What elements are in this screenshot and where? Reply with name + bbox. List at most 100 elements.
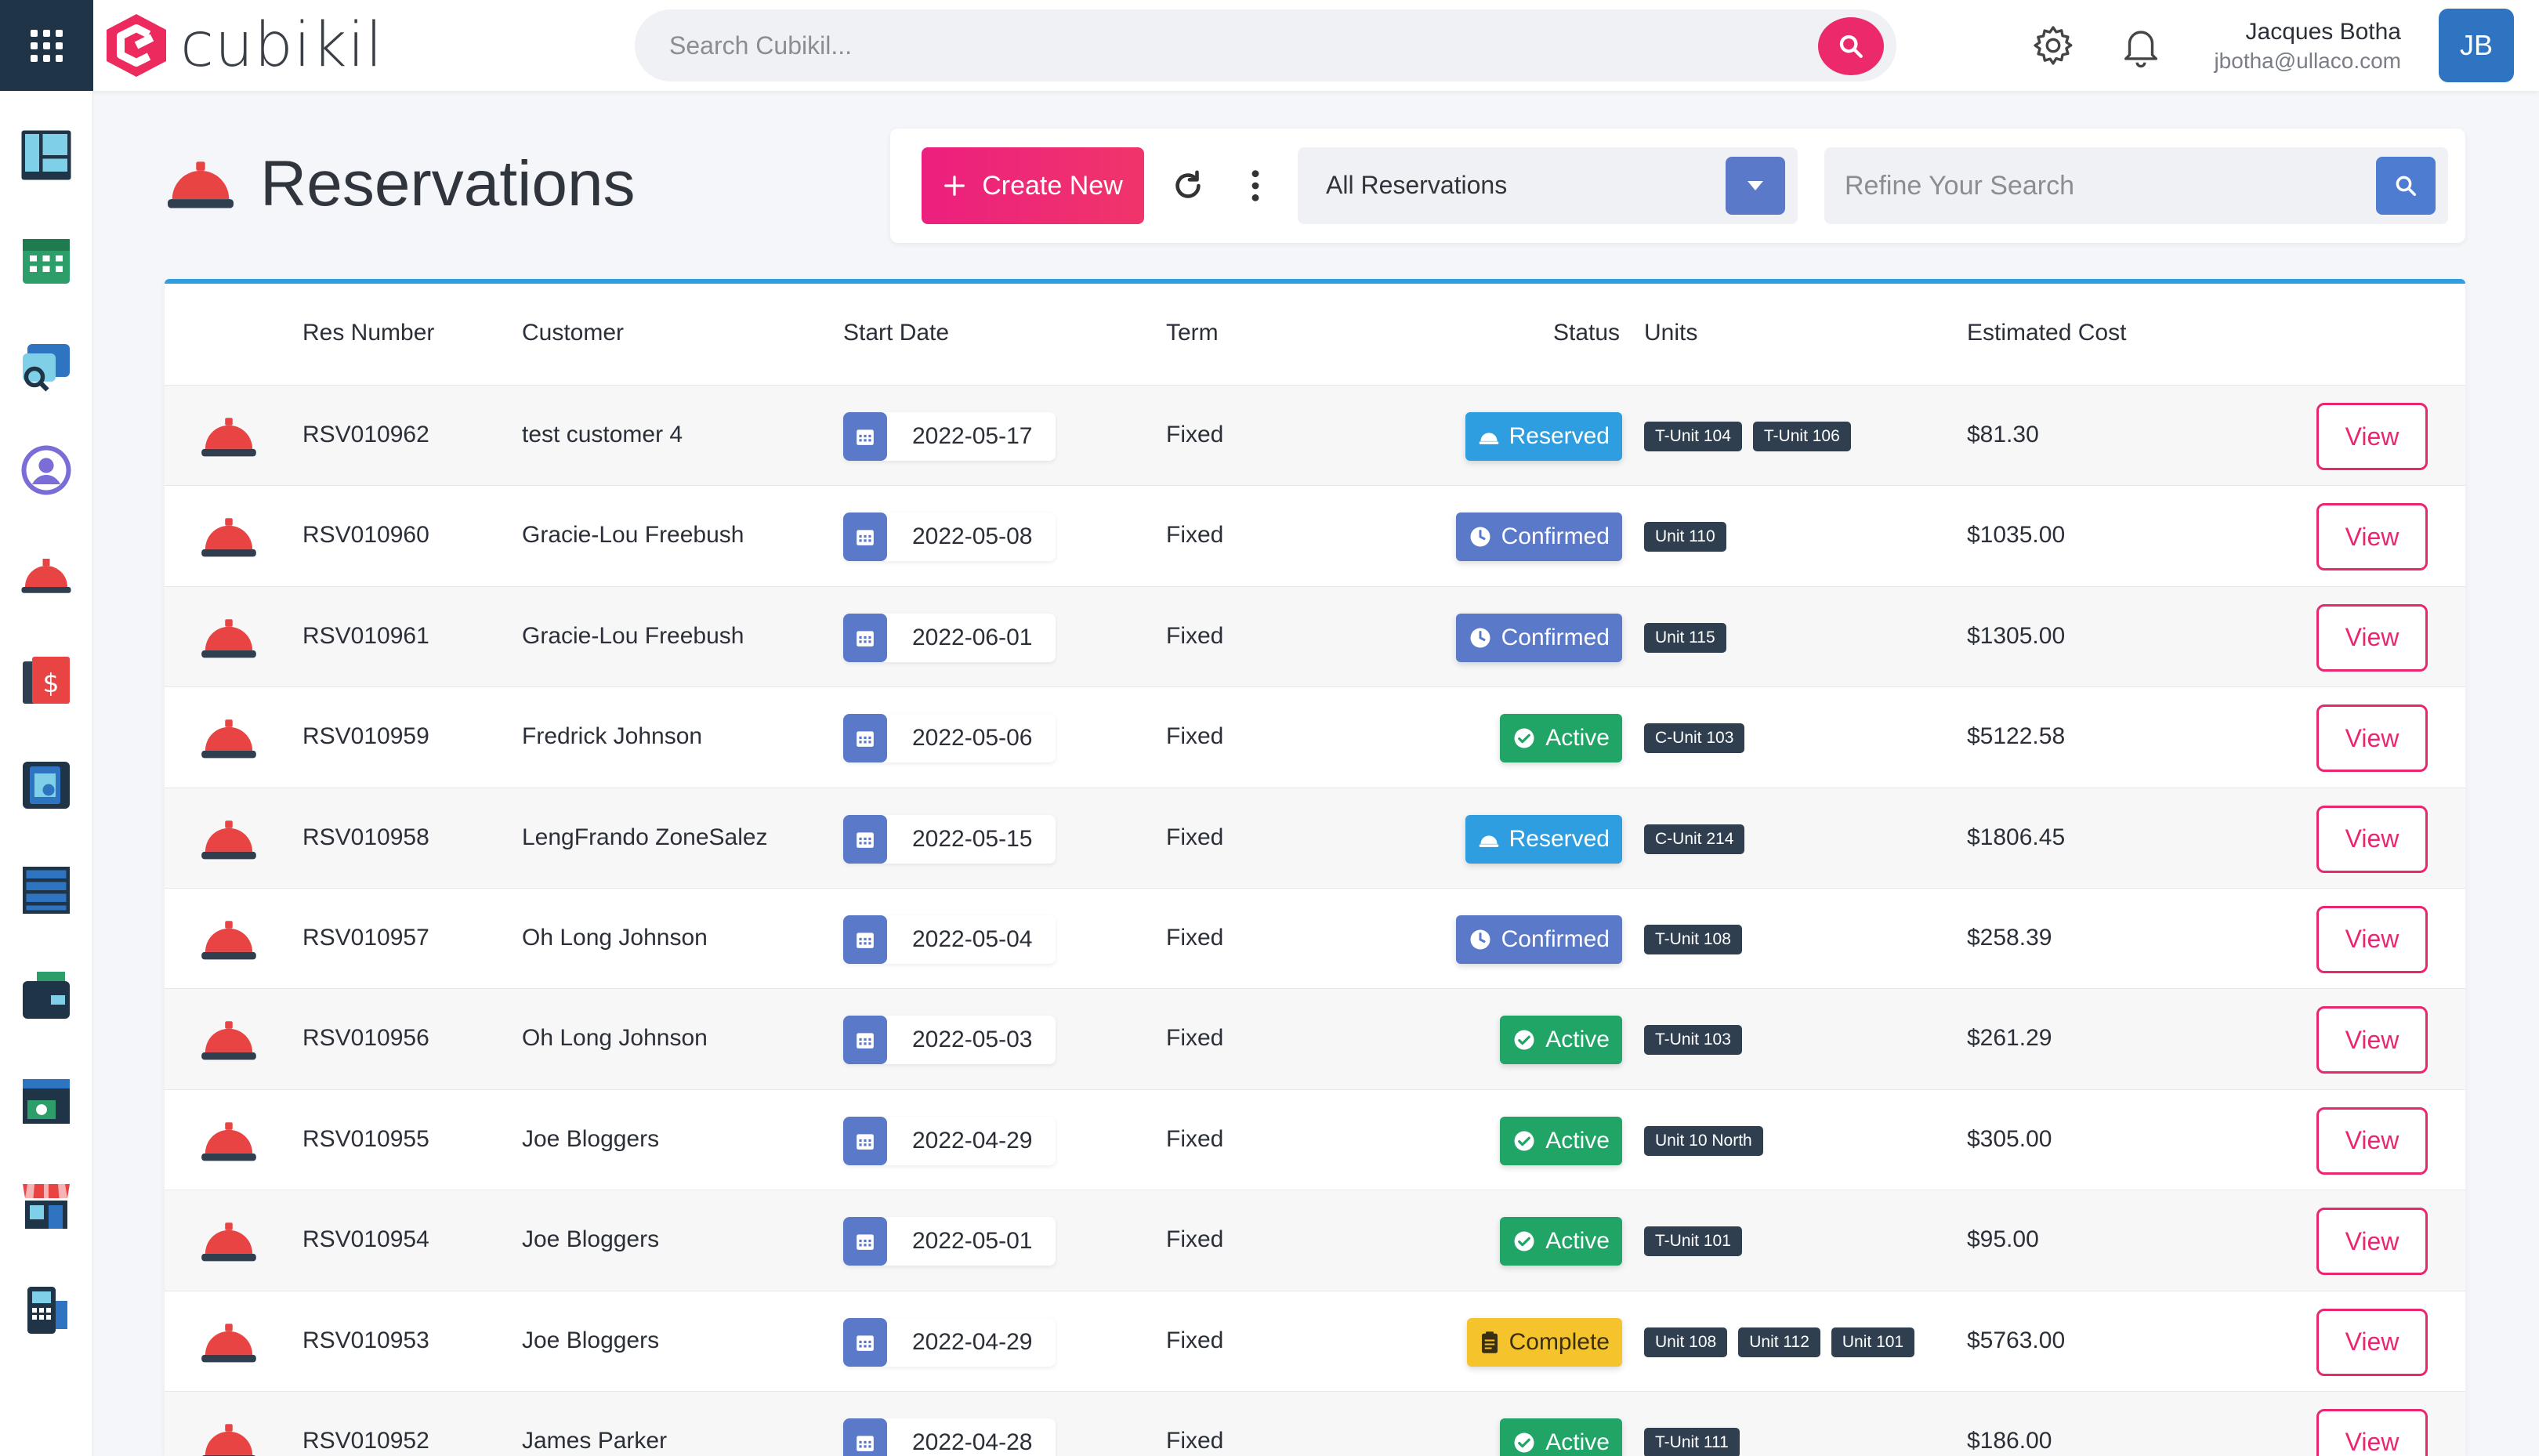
- create-new-button[interactable]: Create New: [922, 147, 1144, 224]
- customer-name: Gracie-Lou Freebush: [522, 622, 744, 649]
- sidebar-item-store[interactable]: [15, 1174, 78, 1237]
- reservations-table: Res Number Customer Start Date Term Stat…: [165, 279, 2465, 1456]
- start-date: 2022-05-17: [843, 412, 1056, 461]
- start-date-value: 2022-04-29: [912, 1328, 1033, 1355]
- global-search-input[interactable]: [669, 9, 1766, 81]
- col-units[interactable]: Units: [1644, 320, 1697, 346]
- col-customer[interactable]: Customer: [522, 320, 624, 346]
- table-row[interactable]: RSV010953 Joe Bloggers 2022-04-29 Fixed …: [165, 1291, 2465, 1392]
- table-row[interactable]: RSV010958 LengFrando ZoneSalez 2022-05-1…: [165, 788, 2465, 889]
- term: Fixed: [1166, 1226, 1224, 1253]
- units-list: T-Unit 103: [1644, 1025, 1742, 1056]
- filter-dropdown-button[interactable]: [1726, 157, 1785, 215]
- view-button[interactable]: View: [2316, 1106, 2428, 1175]
- table-row[interactable]: RSV010962 test customer 4 2022-05-17 Fix…: [165, 386, 2465, 487]
- term: Fixed: [1166, 1125, 1224, 1152]
- app-launcher-button[interactable]: [0, 0, 93, 91]
- start-date-value: 2022-05-01: [912, 1228, 1033, 1255]
- col-status[interactable]: Status: [1553, 320, 1620, 346]
- col-term[interactable]: Term: [1166, 320, 1219, 346]
- calendar-icon: [843, 814, 887, 864]
- start-date: 2022-04-29: [843, 1116, 1056, 1165]
- status-badge: Complete: [1466, 1317, 1622, 1367]
- table-row[interactable]: RSV010959 Fredrick Johnson 2022-05-06 Fi…: [165, 687, 2465, 788]
- more-options-button[interactable]: [1235, 165, 1276, 207]
- reservation-filter-select[interactable]: All Reservations: [1298, 147, 1798, 224]
- units-list-icon: [23, 867, 70, 914]
- start-date-value: 2022-05-04: [912, 925, 1033, 952]
- start-date: 2022-06-01: [843, 613, 1056, 662]
- start-date: 2022-04-28: [843, 1418, 1056, 1456]
- table-row[interactable]: RSV010957 Oh Long Johnson 2022-05-04 Fix…: [165, 889, 2465, 990]
- dashboard-icon: [21, 130, 71, 180]
- res-number: RSV010955: [302, 1125, 429, 1152]
- sidebar-item-invoices[interactable]: $: [15, 649, 78, 712]
- term: Fixed: [1166, 422, 1224, 447]
- unit-badge: T-Unit 108: [1644, 924, 1742, 954]
- customer-icon: [21, 445, 71, 495]
- reservation-bell-icon: [201, 518, 256, 557]
- status-label: Reserved: [1509, 423, 1610, 449]
- table-row[interactable]: RSV010961 Gracie-Lou Freebush 2022-06-01…: [165, 586, 2465, 688]
- view-button[interactable]: View: [2316, 1006, 2428, 1074]
- table-row[interactable]: RSV010952 James Parker 2022-04-28 Fixed …: [165, 1391, 2465, 1456]
- estimated-cost: $1806.45: [1967, 824, 2066, 850]
- customer-name: Oh Long Johnson: [522, 1025, 708, 1052]
- view-button[interactable]: View: [2316, 403, 2428, 470]
- cubikil-logo-icon: [107, 14, 166, 77]
- start-date: 2022-05-03: [843, 1016, 1056, 1065]
- unit-badge: Unit 101: [1831, 1327, 1915, 1357]
- settings-button[interactable]: [2028, 20, 2078, 71]
- user-info[interactable]: Jacques Botha jbotha@ullaco.com: [2214, 19, 2401, 74]
- unit-badge: T-Unit 111: [1644, 1427, 1740, 1456]
- sidebar-item-calendar[interactable]: [15, 229, 78, 292]
- view-button[interactable]: View: [2316, 603, 2428, 672]
- notifications-button[interactable]: [2116, 20, 2166, 71]
- view-button[interactable]: View: [2316, 1408, 2428, 1456]
- sidebar-item-customers[interactable]: [15, 439, 78, 502]
- logo[interactable]: cubikil: [103, 9, 383, 81]
- view-button[interactable]: View: [2316, 704, 2428, 773]
- term: Fixed: [1166, 522, 1224, 549]
- unit-badge: Unit 112: [1738, 1327, 1820, 1357]
- reservation-bell-icon: [168, 161, 234, 208]
- col-start-date[interactable]: Start Date: [843, 320, 949, 346]
- table-row[interactable]: RSV010954 Joe Bloggers 2022-05-01 Fixed …: [165, 1190, 2465, 1291]
- view-button[interactable]: View: [2316, 1208, 2428, 1276]
- view-button[interactable]: View: [2316, 805, 2428, 873]
- sidebar-item-reservations[interactable]: [15, 544, 78, 607]
- table-row[interactable]: RSV010960 Gracie-Lou Freebush 2022-05-08…: [165, 486, 2465, 587]
- table-row[interactable]: RSV010956 Oh Long Johnson 2022-05-03 Fix…: [165, 989, 2465, 1090]
- sidebar-item-units[interactable]: [15, 859, 78, 922]
- avatar[interactable]: JB: [2439, 9, 2514, 82]
- start-date-value: 2022-06-01: [912, 624, 1033, 650]
- view-button[interactable]: View: [2316, 1308, 2428, 1376]
- refine-search-button[interactable]: [2376, 157, 2436, 215]
- clock-check-icon: [1470, 527, 1490, 547]
- status-label: Active: [1545, 1027, 1610, 1053]
- calendar-icon: [843, 1016, 887, 1065]
- units-list: T-Unit 101: [1644, 1226, 1742, 1257]
- unit-badge: Unit 10 North: [1644, 1125, 1763, 1156]
- units-list: Unit 108 Unit 112 Unit 101: [1644, 1327, 1915, 1357]
- refresh-button[interactable]: [1168, 165, 1208, 207]
- sidebar-item-billing[interactable]: [15, 1069, 78, 1132]
- term: Fixed: [1166, 824, 1224, 850]
- reservation-bell-icon: [201, 1323, 256, 1362]
- table-row[interactable]: RSV010955 Joe Bloggers 2022-04-29 Fixed …: [165, 1090, 2465, 1191]
- view-button[interactable]: View: [2316, 503, 2428, 571]
- view-button[interactable]: View: [2316, 905, 2428, 973]
- unit-badge: C-Unit 214: [1644, 824, 1745, 854]
- col-res-number[interactable]: Res Number: [302, 320, 434, 346]
- sidebar-item-pos[interactable]: [15, 1279, 78, 1342]
- sidebar-item-dashboard[interactable]: [15, 124, 78, 187]
- check-circle-icon: [1514, 1432, 1534, 1453]
- sidebar-item-unit-search[interactable]: [15, 334, 78, 397]
- sidebar-item-payments[interactable]: [15, 964, 78, 1027]
- refine-search-input[interactable]: [1845, 147, 2354, 224]
- sidebar-item-contracts[interactable]: [15, 754, 78, 817]
- status-badge: Active: [1500, 1418, 1622, 1456]
- global-search-button[interactable]: [1818, 17, 1884, 75]
- global-search: [635, 9, 1896, 81]
- col-estimated-cost[interactable]: Estimated Cost: [1967, 320, 2126, 346]
